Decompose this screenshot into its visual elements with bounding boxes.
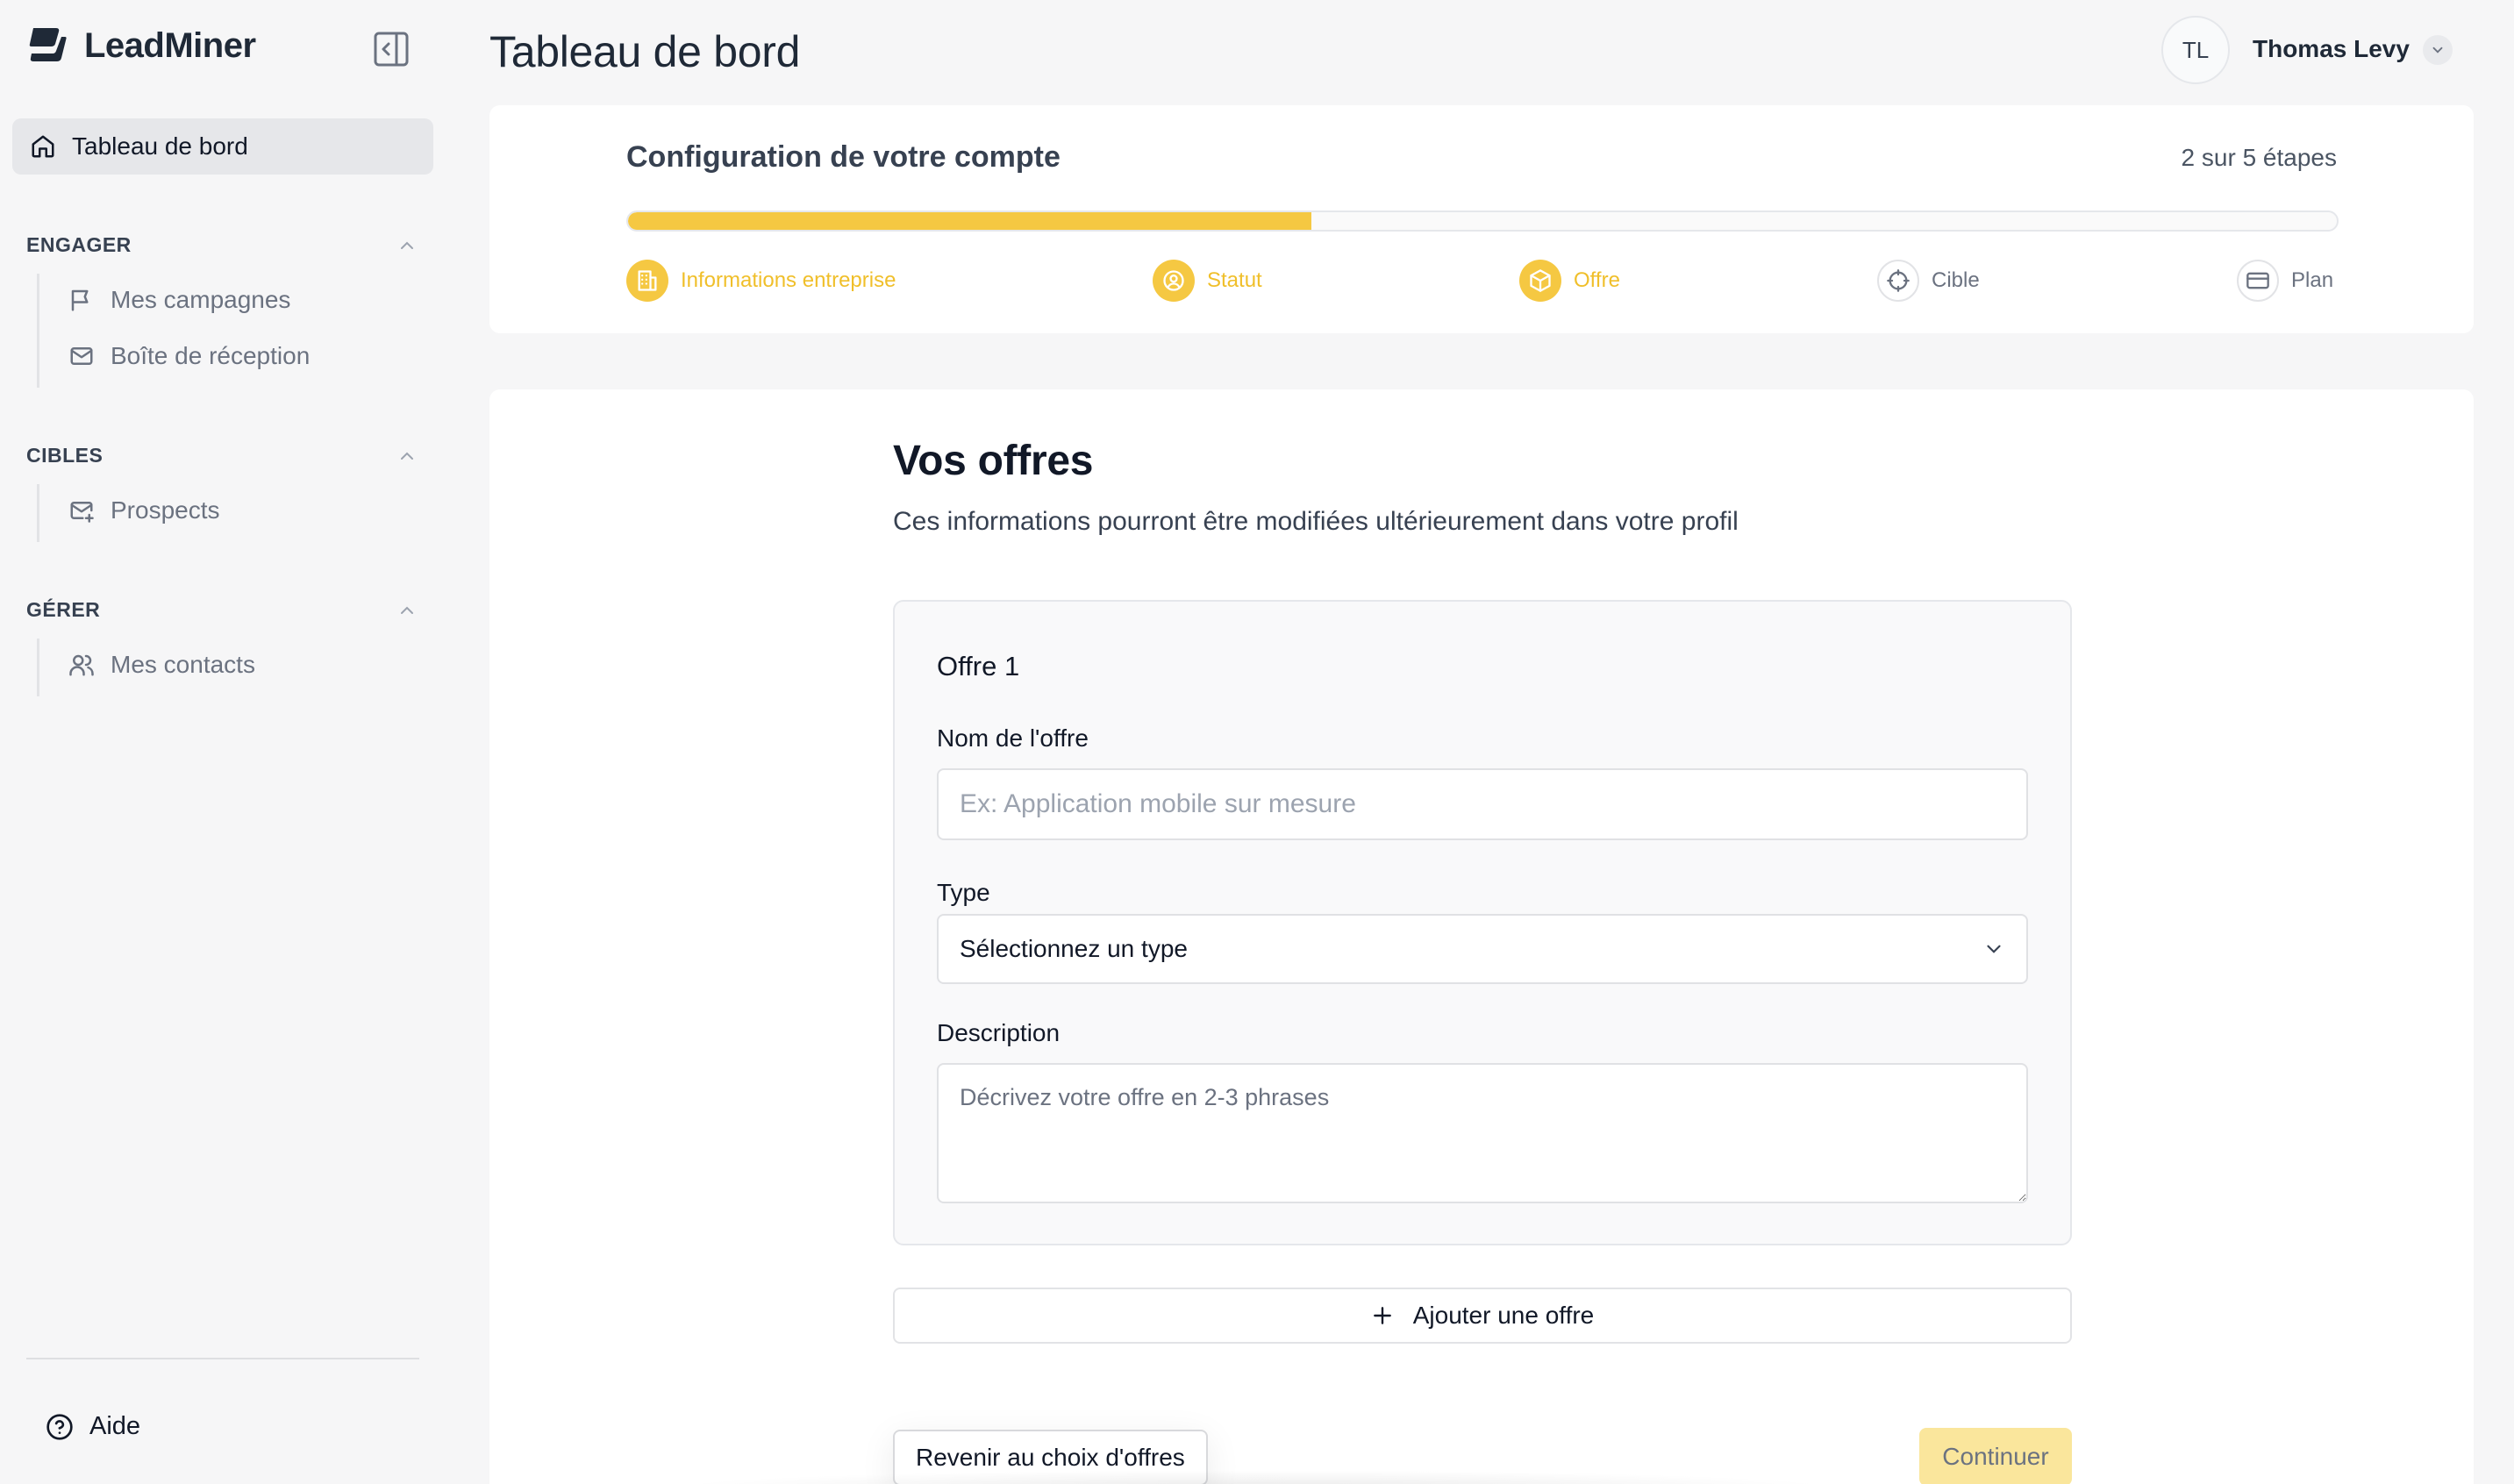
offer-type-select[interactable]: Sélectionnez un type: [937, 914, 2028, 984]
section-line: [37, 274, 39, 388]
target-icon: [1877, 260, 1919, 302]
plus-icon: [1373, 1307, 1391, 1324]
section-title: GÉRER: [26, 598, 101, 621]
credit-card-icon: [2237, 260, 2279, 302]
sidebar-item-campaigns[interactable]: Mes campagnes: [68, 286, 290, 314]
chevron-down-icon: [1987, 945, 2001, 953]
step-offer[interactable]: Offre: [1519, 260, 1620, 302]
step-label: Informations entreprise: [681, 268, 896, 292]
sidebar-item-dashboard[interactable]: Tableau de bord: [12, 118, 433, 175]
step-target[interactable]: Cible: [1877, 260, 1980, 302]
offer-type-value: Sélectionnez un type: [960, 935, 1188, 962]
offer-heading: Offre 1: [937, 651, 1020, 681]
user-circle-icon: [1153, 260, 1195, 302]
chevron-down-icon: [2432, 46, 2443, 54]
sidebar-item-label: Mes contacts: [111, 651, 255, 678]
box-icon: [1519, 260, 1561, 302]
step-company-info[interactable]: Informations entreprise: [626, 260, 896, 302]
setup-progress-fill: [628, 212, 1312, 230]
chevron-up-icon[interactable]: [396, 600, 418, 621]
offers-title: Vos offres: [893, 438, 1094, 484]
sidebar-collapse-icon[interactable]: [372, 30, 411, 68]
setup-title: Configuration de votre compte: [626, 140, 1061, 174]
offer-description-label: Description: [937, 1019, 1061, 1046]
user-name[interactable]: Thomas Levy: [2253, 35, 2410, 63]
add-offer-label: Ajouter une offre: [1412, 1302, 1595, 1329]
sidebar-item-label: Mes campagnes: [111, 286, 291, 313]
users-icon: [69, 654, 94, 676]
step-label: Cible: [1932, 268, 1980, 292]
section-line: [37, 639, 39, 696]
sidebar-item-contacts[interactable]: Mes contacts: [68, 651, 255, 679]
sidebar-divider: [26, 1358, 419, 1359]
chevron-up-icon[interactable]: [396, 235, 418, 256]
sidebar-item-label: Tableau de bord: [72, 132, 248, 160]
user-menu-button[interactable]: [2423, 35, 2453, 65]
offer-type-label: Type: [937, 879, 990, 906]
continue-button[interactable]: Continuer: [1919, 1428, 2072, 1484]
mail-icon: [70, 347, 93, 365]
page-title: Tableau de bord: [489, 27, 801, 76]
brand-name: LeadMiner: [84, 25, 256, 65]
step-status[interactable]: Statut: [1153, 260, 1262, 302]
home-icon: [32, 135, 54, 158]
section-title: ENGAGER: [26, 233, 132, 256]
section-title: CIBLES: [26, 444, 104, 467]
section-gerer[interactable]: GÉRER: [26, 598, 418, 622]
section-line: [37, 484, 39, 542]
sidebar-item-label: Prospects: [111, 496, 220, 524]
step-label: Statut: [1207, 268, 1262, 292]
sidebar-item-prospects[interactable]: Prospects: [68, 496, 220, 524]
offers-subtitle: Ces informations pourront être modifiées…: [893, 507, 1739, 536]
offers-card: Vos offres Ces informations pourront êtr…: [489, 389, 2474, 1484]
sidebar-item-inbox[interactable]: Boîte de réception: [68, 342, 310, 370]
offer-name-input[interactable]: [937, 768, 2028, 840]
setup-steps-count: 2 sur 5 étapes: [2181, 144, 2337, 171]
building-icon: [626, 260, 668, 302]
leadminer-logo-icon: [29, 28, 67, 61]
help-link[interactable]: Aide: [46, 1412, 140, 1441]
help-circle-icon: [46, 1413, 73, 1440]
setup-progress-bar: [626, 210, 2339, 232]
section-cibles[interactable]: CIBLES: [26, 444, 418, 467]
step-plan[interactable]: Plan: [2237, 260, 2333, 302]
mail-plus-icon: [70, 502, 94, 523]
flag-icon: [71, 289, 89, 311]
step-label: Offre: [1574, 268, 1620, 292]
account-setup-card: Configuration de votre compte 2 sur 5 ét…: [489, 105, 2474, 333]
sidebar-item-label: Boîte de réception: [111, 342, 311, 369]
help-label: Aide: [89, 1412, 141, 1440]
section-engager[interactable]: ENGAGER: [26, 233, 418, 257]
chevron-up-icon[interactable]: [396, 446, 418, 467]
step-label: Plan: [2291, 268, 2334, 292]
add-offer-button[interactable]: Ajouter une offre: [893, 1288, 2072, 1344]
offer-description-textarea[interactable]: [937, 1063, 2028, 1203]
avatar[interactable]: TL: [2161, 16, 2230, 84]
sidebar: LeadMiner Tableau de bord ENGAGER Mes ca…: [0, 0, 447, 1484]
bottom-shadow: [667, 1470, 1842, 1484]
offer-form: Offre 1 Nom de l'offre Type Sélectionnez…: [893, 600, 2072, 1245]
brand[interactable]: LeadMiner: [26, 25, 256, 67]
offer-name-label: Nom de l'offre: [937, 724, 1089, 752]
